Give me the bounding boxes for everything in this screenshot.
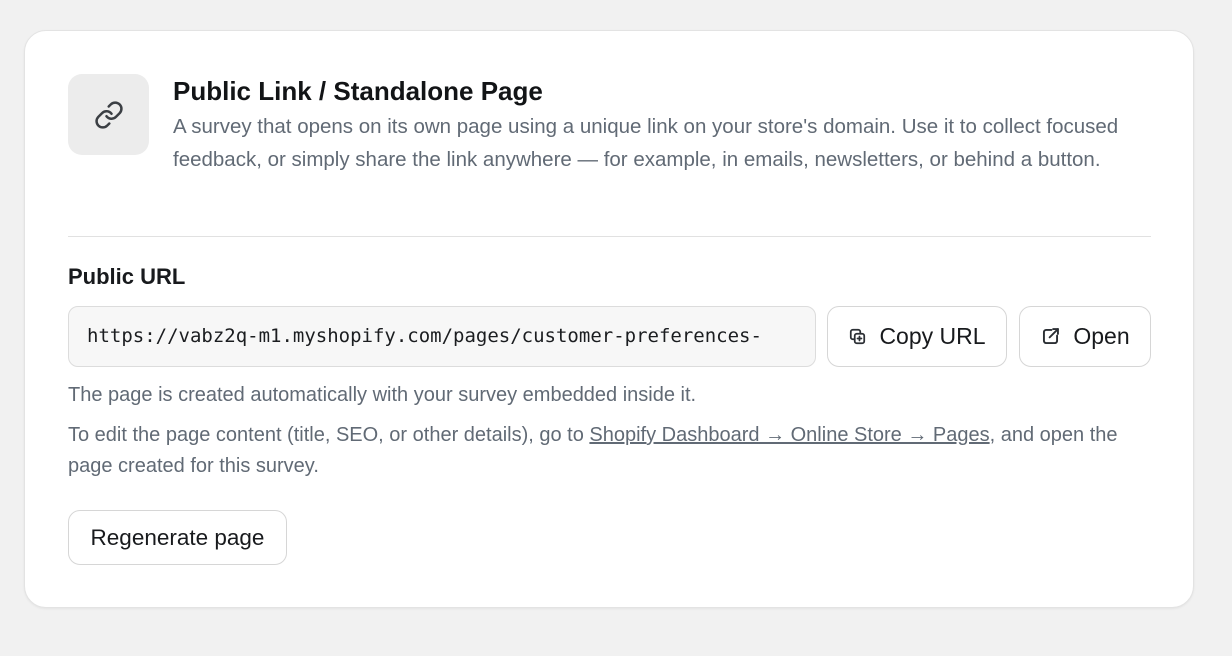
public-url-field[interactable]: https://vabz2q-m1.myshopify.com/pages/cu… xyxy=(68,306,816,367)
link-icon-tile xyxy=(68,74,149,155)
auto-created-note: The page is created automatically with y… xyxy=(68,384,697,406)
section-divider xyxy=(68,236,1151,237)
external-link-icon xyxy=(1040,326,1061,347)
card-header: Public Link / Standalone Page A survey t… xyxy=(173,75,1133,176)
shopify-pages-link[interactable]: Shopify Dashboard → Online Store → Pages xyxy=(589,424,989,446)
open-label: Open xyxy=(1073,323,1130,349)
regenerate-page-button[interactable]: Regenerate page xyxy=(68,510,287,565)
copy-url-button[interactable]: Copy URL xyxy=(827,306,1007,367)
edit-instructions-note: To edit the page content (title, SEO, or… xyxy=(68,420,1158,482)
copy-icon xyxy=(848,327,867,346)
link-icon xyxy=(94,100,123,129)
public-url-label: Public URL xyxy=(68,264,186,289)
card-description: A survey that opens on its own page usin… xyxy=(173,115,1119,171)
public-link-card: Public Link / Standalone Page A survey t… xyxy=(24,30,1194,608)
copy-url-label: Copy URL xyxy=(879,323,986,349)
edit-note-prefix: To edit the page content (title, SEO, or… xyxy=(68,424,590,446)
open-button[interactable]: Open xyxy=(1019,306,1151,367)
card-title: Public Link / Standalone Page xyxy=(173,76,543,106)
